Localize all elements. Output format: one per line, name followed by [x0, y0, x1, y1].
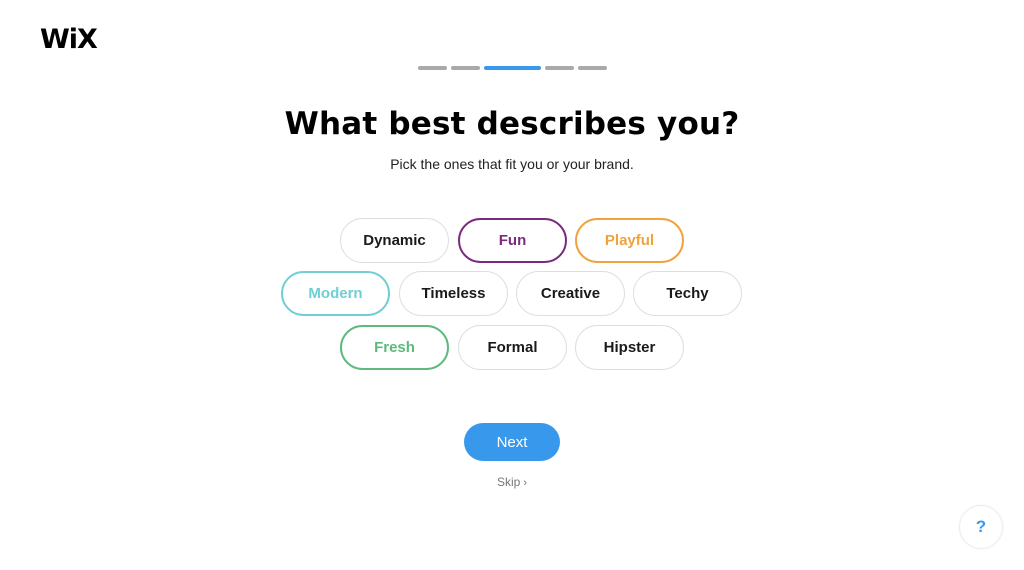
- chevron-right-icon: ›: [523, 477, 527, 489]
- option-pill[interactable]: Fun: [458, 218, 567, 263]
- progress-step-4: [545, 66, 574, 70]
- next-button[interactable]: Next: [464, 423, 560, 461]
- option-pill[interactable]: Hipster: [575, 325, 684, 370]
- wix-logo: WiX: [40, 24, 98, 55]
- skip-link[interactable]: Skip ›: [0, 475, 1024, 489]
- option-pill[interactable]: Fresh: [340, 325, 449, 370]
- option-label: Timeless: [421, 285, 486, 302]
- skip-label: Skip: [496, 475, 521, 489]
- option-label: Fun: [498, 232, 527, 249]
- option-pill[interactable]: Techy: [633, 271, 742, 316]
- option-label: Fresh: [374, 339, 415, 356]
- option-pill[interactable]: Formal: [458, 325, 567, 370]
- option-label: Formal: [487, 339, 538, 356]
- option-label: Hipster: [603, 339, 656, 356]
- option-label: Playful: [604, 232, 655, 249]
- option-pill[interactable]: Modern: [281, 271, 390, 316]
- progress-indicator: [418, 66, 607, 70]
- page-subtitle: Pick the ones that fit you or your brand…: [390, 156, 634, 172]
- option-pill[interactable]: Playful: [575, 218, 684, 263]
- question-mark-icon: ?: [975, 517, 987, 536]
- option-label: Dynamic: [363, 232, 426, 249]
- progress-step-1: [418, 66, 447, 70]
- option-label: Creative: [540, 285, 601, 302]
- option-pill[interactable]: Creative: [516, 271, 625, 316]
- progress-step-2: [451, 66, 480, 70]
- option-pill[interactable]: Dynamic: [340, 218, 449, 263]
- progress-step-5: [578, 66, 607, 70]
- option-pill[interactable]: Timeless: [399, 271, 508, 316]
- help-button[interactable]: ?: [959, 505, 1003, 549]
- page-title: What best describes you?: [284, 106, 740, 142]
- option-label: Modern: [308, 285, 363, 302]
- option-label: Techy: [666, 285, 709, 302]
- progress-step-3-current: [484, 66, 541, 70]
